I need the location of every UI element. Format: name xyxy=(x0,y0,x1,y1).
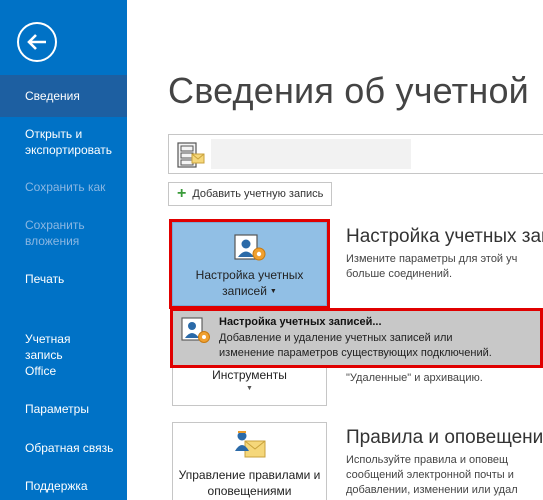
rules-alerts-icon xyxy=(235,431,266,458)
backstage-sidebar: Сведения Открыть и экспортировать Сохран… xyxy=(0,0,127,500)
manage-rules-label: Управление правилами и оповещениями xyxy=(178,468,321,498)
account-settings-heading: Настройка учетных запи xyxy=(346,226,543,247)
account-settings-desc-1: Измените параметры для этой уч xyxy=(346,253,518,265)
nav-item-label: Обратная связь xyxy=(25,441,114,455)
nav-item-label: Сведения xyxy=(25,89,80,103)
mailbox-icon xyxy=(177,142,205,168)
tools-desc: "Удаленные" и архивацию. xyxy=(346,372,483,384)
nav-item-options[interactable]: Параметры xyxy=(0,401,127,417)
nav-item-print[interactable]: Печать xyxy=(0,271,127,287)
nav-item-label: Параметры xyxy=(25,402,89,416)
add-account-button[interactable]: + Добавить учетную запись xyxy=(168,182,333,206)
nav-item-office-account[interactable]: Учетная запись Office xyxy=(0,331,90,379)
chevron-down-icon: ▼ xyxy=(246,385,253,392)
add-account-label: Добавить учетную запись xyxy=(192,188,324,200)
back-button[interactable] xyxy=(17,22,57,62)
tools-label: Инструменты xyxy=(212,368,287,382)
page-title: Сведения об учетной xyxy=(168,70,529,111)
nav-item-label: Поддержка xyxy=(25,479,88,493)
account-settings-desc-2: больше соединений. xyxy=(346,268,453,280)
nav-item-feedback[interactable]: Обратная связь xyxy=(0,440,127,456)
rules-desc-2: сообщений электронной почты и xyxy=(346,469,514,481)
nav-item-label: Учетная запись Office xyxy=(25,332,71,378)
highlight-frame-menu xyxy=(170,308,543,368)
rules-desc-1: Используйте правила и оповещ xyxy=(346,454,509,466)
nav-item-label: Печать xyxy=(25,272,65,286)
arrow-left-icon xyxy=(27,34,46,50)
nav-item-save-attachments: Сохранить вложения xyxy=(0,217,110,249)
plus-icon: + xyxy=(177,185,187,202)
account-name-redacted xyxy=(211,139,411,169)
nav-item-open-export[interactable]: Открыть и экспортировать xyxy=(0,126,127,158)
nav-item-save-as: Сохранить как xyxy=(0,179,127,195)
rules-desc-3: добавлении, изменении или удал xyxy=(346,484,518,496)
highlight-frame-button xyxy=(169,219,330,309)
nav-item-label: Сохранить как xyxy=(25,180,106,194)
rules-heading: Правила и оповещени xyxy=(346,427,543,448)
manage-rules-button[interactable]: Управление правилами и оповещениями xyxy=(172,422,327,500)
nav-item-info[interactable]: Сведения xyxy=(0,75,127,117)
nav-item-label: Сохранить вложения xyxy=(25,218,85,248)
nav-item-support[interactable]: Поддержка xyxy=(0,478,127,494)
account-selector[interactable] xyxy=(168,134,543,174)
nav-item-label: Открыть и экспортировать xyxy=(25,127,113,157)
